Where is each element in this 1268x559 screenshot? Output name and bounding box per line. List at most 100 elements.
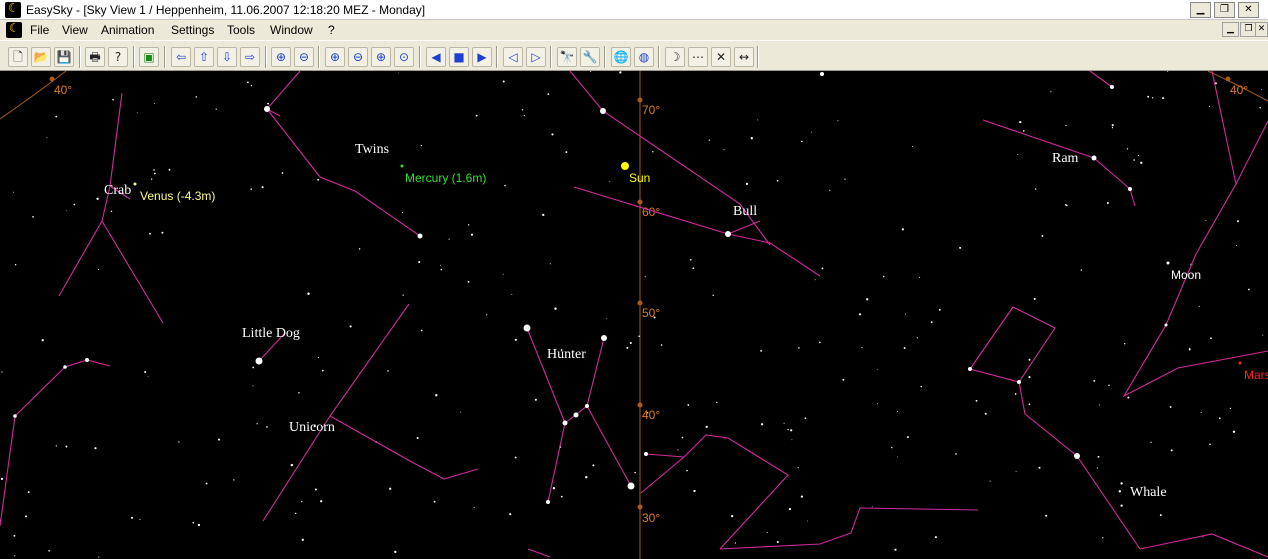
new-icon[interactable]: 🗋: [8, 47, 28, 67]
arrow-right-icon[interactable]: ⇨: [240, 47, 260, 67]
open-folder-icon[interactable]: 📂: [31, 47, 51, 67]
sky-view[interactable]: 70° 60° 50° 40° 30° 40° 40° Twins Crab L…: [0, 71, 1268, 559]
play-back-icon[interactable]: ◀: [426, 47, 446, 67]
field-star: [281, 172, 284, 174]
field-star: [646, 412, 649, 414]
constellation-lines: [0, 71, 1268, 558]
toolbar-separator: [757, 46, 759, 68]
menu-view[interactable]: View: [62, 23, 88, 37]
menu-animation[interactable]: Animation: [101, 23, 154, 37]
dotted-line-icon[interactable]: ⋯: [688, 47, 708, 67]
save-icon[interactable]: 💾: [54, 47, 74, 67]
menu-tools[interactable]: Tools: [227, 23, 255, 37]
field-star: [358, 248, 361, 250]
earth-icon[interactable]: ◍: [634, 47, 654, 67]
field-star: [894, 548, 897, 551]
field-star: [959, 246, 962, 249]
hunter-lines-3: [586, 405, 632, 487]
field-star: [252, 366, 255, 369]
field-star: [401, 212, 403, 213]
sky-view-icon[interactable]: ▣: [139, 47, 159, 67]
zoom-reset-icon[interactable]: ⊙: [394, 47, 414, 67]
step-back-icon[interactable]: ◁: [503, 47, 523, 67]
child-close-button[interactable]: ✕: [1255, 22, 1268, 37]
minimize-button[interactable]: ▁: [1190, 2, 1211, 18]
child-minimize-button[interactable]: ▁: [1222, 22, 1239, 37]
moon-marker[interactable]: [1166, 261, 1170, 265]
field-star: [1017, 154, 1019, 155]
binoculars-icon[interactable]: 🔭: [557, 47, 577, 67]
field-star: [590, 71, 592, 72]
field-star: [1151, 97, 1154, 99]
field-star: [906, 436, 909, 439]
altitude-label-30: 30°: [642, 511, 660, 525]
field-star: [551, 133, 554, 136]
easysky-app-icon[interactable]: [5, 1, 21, 18]
right-edge-lines: [1122, 71, 1268, 398]
sky-chart[interactable]: 70° 60° 50° 40° 30° 40° 40° Twins Crab L…: [0, 71, 1268, 559]
field-star: [585, 476, 588, 479]
field-star: [1093, 379, 1096, 382]
zoom-out-icon[interactable]: ⊖: [294, 47, 314, 67]
maximize-button[interactable]: ❐: [1214, 2, 1235, 18]
arrow-down-icon[interactable]: ⇩: [217, 47, 237, 67]
field-star: [1038, 466, 1041, 469]
zoom-out-2-icon[interactable]: ⊖: [348, 47, 368, 67]
menu-help[interactable]: ?: [328, 23, 335, 37]
venus-marker[interactable]: [133, 182, 137, 186]
tools-icon[interactable]: 🔧: [580, 47, 600, 67]
field-star: [25, 515, 27, 518]
field-star: [440, 268, 443, 271]
close-button[interactable]: ✕: [1238, 2, 1259, 18]
field-star: [12, 191, 14, 193]
field-star: [1124, 343, 1126, 345]
toolbar: 🗋 📂 💾 🖶? ▣ ⇦ ⇧ ⇩ ⇨ ⊕ ⊖ ⊕ ⊖ ⊕ ⊙ ◀ ■ ▶ ◁ ▷ 🔭 🔧 🌐 ◍ ☽ ⋯ ✕ ↔: [0, 40, 1268, 71]
measure-distance-icon[interactable]: ↔: [734, 47, 754, 67]
menu-window[interactable]: Window: [270, 23, 313, 37]
stop-icon[interactable]: ■: [449, 47, 469, 67]
field-star: [267, 102, 270, 105]
constellation-label-twins: Twins: [355, 142, 389, 157]
play-forward-icon[interactable]: ▶: [472, 47, 492, 67]
mercury-marker[interactable]: [400, 164, 404, 168]
planet-label-mars: Mars: [1244, 368, 1268, 382]
field-star: [110, 210, 113, 213]
field-star: [1232, 430, 1236, 433]
field-star: [766, 531, 768, 534]
field-star: [861, 347, 863, 349]
field-star: [448, 238, 450, 240]
field-star: [147, 376, 149, 378]
field-star: [984, 412, 987, 415]
globe-icon[interactable]: 🌐: [611, 47, 631, 67]
field-star: [144, 371, 147, 373]
field-star: [866, 298, 869, 301]
zoom-in-icon[interactable]: ⊕: [271, 47, 291, 67]
step-forward-icon[interactable]: ▷: [526, 47, 546, 67]
field-star: [96, 197, 99, 200]
field-star: [871, 506, 873, 508]
field-star: [192, 521, 195, 524]
help-cursor-icon[interactable]: ?: [108, 47, 128, 67]
field-star: [891, 446, 893, 449]
field-star: [514, 338, 517, 341]
moon-phase-icon[interactable]: ☽: [665, 47, 685, 67]
menu-settings[interactable]: Settings: [171, 23, 214, 37]
field-star: [920, 385, 923, 388]
zoom-in-3-icon[interactable]: ⊕: [371, 47, 391, 67]
constellation-lines-icon[interactable]: ✕: [711, 47, 731, 67]
field-star: [435, 394, 438, 397]
corner-altitude-label-right: 40°: [1230, 83, 1248, 97]
constellation-label-little-dog: Little Dog: [242, 326, 300, 341]
field-star: [41, 339, 44, 342]
field-star: [681, 436, 684, 439]
sun-marker[interactable]: [621, 162, 629, 170]
arrow-up-icon[interactable]: ⇧: [194, 47, 214, 67]
print-icon[interactable]: 🖶: [85, 47, 105, 67]
menu-file[interactable]: File: [30, 23, 49, 37]
field-star: [502, 273, 504, 275]
arrow-left-icon[interactable]: ⇦: [171, 47, 191, 67]
zoom-in-2-icon[interactable]: ⊕: [325, 47, 345, 67]
child-window-icon[interactable]: [6, 21, 22, 38]
field-star: [1014, 393, 1017, 395]
mars-marker[interactable]: [1238, 361, 1242, 365]
